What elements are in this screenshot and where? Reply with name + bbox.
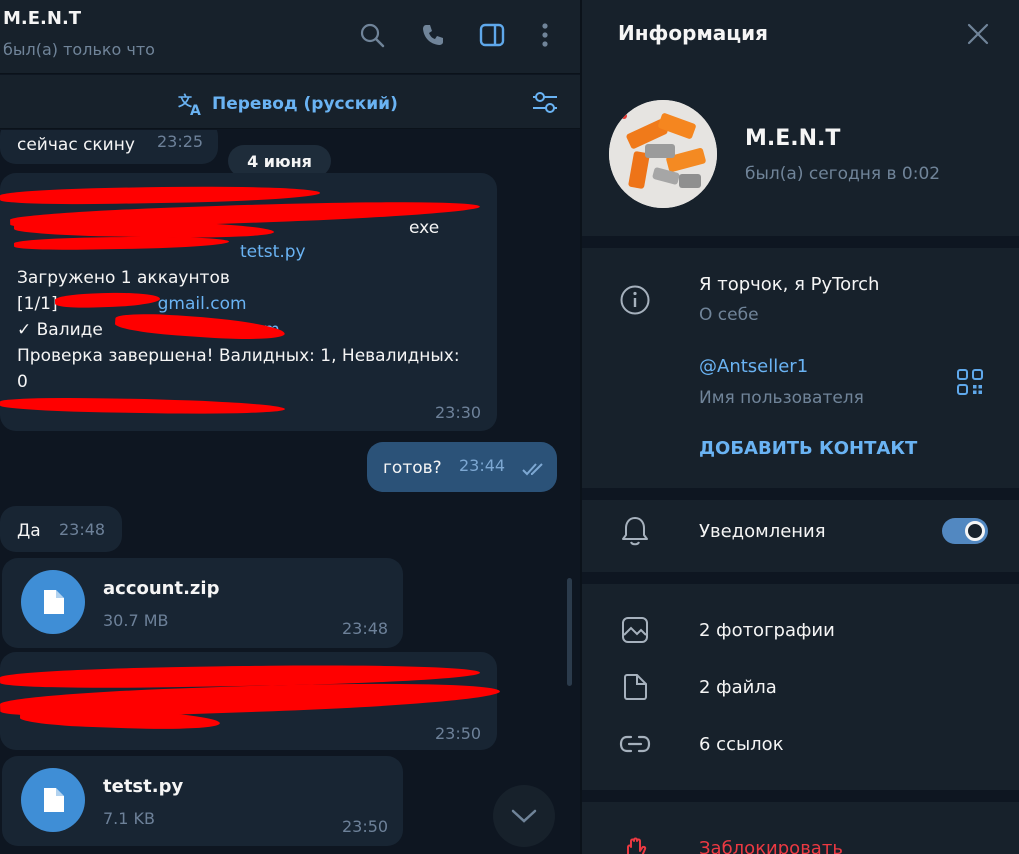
scrollbar-thumb[interactable] (567, 578, 572, 686)
message-bubble[interactable]: exe tetst.py Загружено 1 аккаунтов [1/1]… (0, 173, 497, 431)
message-text-prefix: ✓ Валиде (17, 320, 103, 340)
message-bubble[interactable]: сейчас скину 23:25 (0, 130, 218, 164)
file-icon (618, 670, 652, 704)
block-button[interactable]: Заблокировать (699, 838, 843, 854)
file-icon[interactable] (21, 570, 85, 634)
message-text-line: 0 (17, 372, 28, 392)
close-icon[interactable] (964, 20, 992, 48)
message-bubble-outgoing[interactable]: готов? 23:44 (367, 442, 557, 492)
chat-pane: M.E.N.T был(а) только что 文A Перевод (ру… (0, 0, 580, 854)
message-bubble[interactable]: Да 23:48 (0, 506, 122, 552)
message-text: Да (17, 521, 41, 541)
translate-bar[interactable]: 文A Перевод (русский) (0, 75, 580, 129)
message-list[interactable]: сейчас скину 23:25 4 июня exe tetst.py З… (0, 130, 580, 854)
section-separator (582, 488, 1019, 500)
email-link[interactable]: gmail.com (158, 294, 247, 314)
chat-status: был(а) только что (3, 40, 155, 59)
file-message[interactable]: account.zip 30.7 MB 23:48 (2, 558, 403, 648)
bio-label: О себе (699, 305, 759, 325)
message-time: 23:50 (435, 724, 482, 743)
avatar[interactable] (609, 100, 717, 208)
username-link[interactable]: @Antseller1 (699, 356, 808, 377)
translate-icon: 文A (178, 93, 201, 117)
message-text-line: Проверка завершена! Валидных: 1, Невалид… (17, 346, 460, 366)
message-time: 23:48 (59, 520, 106, 539)
redaction-mark (0, 396, 286, 416)
links-link[interactable]: 6 ссылок (699, 734, 784, 755)
contact-status: был(а) сегодня в 0:02 (745, 164, 941, 184)
message-text-partial: exe (409, 218, 440, 238)
message-text: готов? (383, 458, 442, 478)
info-circle-icon (618, 283, 652, 317)
translate-button[interactable]: 文A Перевод (русский) (178, 91, 398, 117)
message-time: 23:25 (157, 132, 204, 151)
message-link-partial[interactable]: tetst.py (240, 239, 306, 265)
scrollbar-track[interactable] (566, 130, 572, 854)
message-time: 23:30 (435, 403, 482, 422)
qr-code-icon[interactable] (956, 368, 984, 396)
info-title: Информация (618, 21, 768, 45)
username-label: Имя пользователя (699, 388, 864, 408)
section-separator (582, 790, 1019, 802)
message-text-line: Загружено 1 аккаунтов (17, 268, 230, 288)
photos-link[interactable]: 2 фотографии (699, 620, 835, 641)
translate-settings-icon[interactable] (531, 89, 559, 115)
sidebar-toggle-icon[interactable] (477, 20, 507, 50)
section-separator (582, 572, 1019, 584)
message-time: 23:44 (459, 456, 506, 475)
contact-name: M.E.N.T (745, 126, 841, 151)
notifications-toggle[interactable] (942, 518, 988, 544)
bio-text[interactable]: Я торчок, я PyTorch (699, 274, 879, 295)
chat-title[interactable]: M.E.N.T (3, 8, 81, 29)
file-size: 7.1 KB (103, 809, 155, 828)
svg-text:A: A (190, 103, 201, 117)
phone-icon[interactable] (418, 20, 448, 50)
message-text-prefix: [1/1] (17, 294, 58, 314)
section-separator (582, 236, 1019, 248)
file-message[interactable]: tetst.py 7.1 KB 23:50 (2, 756, 403, 846)
files-link[interactable]: 2 файла (699, 677, 777, 698)
photo-icon (618, 613, 652, 647)
redaction-mark (13, 235, 230, 251)
double-check-icon (522, 463, 543, 476)
redaction-mark (0, 184, 321, 206)
block-hand-icon (618, 834, 652, 854)
more-vertical-icon[interactable] (530, 20, 560, 50)
link-icon (618, 727, 652, 761)
chat-header: M.E.N.T был(а) только что (0, 0, 580, 74)
file-size: 30.7 MB (103, 611, 169, 630)
file-name: account.zip (103, 578, 220, 599)
toggle-knob (965, 521, 985, 541)
chevron-down-icon (511, 809, 537, 823)
scroll-down-button[interactable] (493, 785, 555, 847)
notifications-label: Уведомления (699, 521, 826, 542)
message-bubble[interactable]: 23:50 (0, 652, 501, 750)
file-icon[interactable] (21, 768, 85, 832)
search-icon[interactable] (357, 20, 387, 50)
file-name: tetst.py (103, 776, 184, 797)
add-contact-button[interactable]: ДОБАВИТЬ КОНТАКТ (699, 438, 917, 459)
message-time: 23:48 (342, 619, 389, 638)
info-pane: Информация M.E.N.T был(а) сегодня в 0:02… (582, 0, 1019, 854)
translate-label: Перевод (русский) (212, 94, 398, 114)
bell-icon (618, 514, 652, 548)
message-time: 23:50 (342, 817, 389, 836)
message-text: сейчас скину (17, 135, 135, 155)
